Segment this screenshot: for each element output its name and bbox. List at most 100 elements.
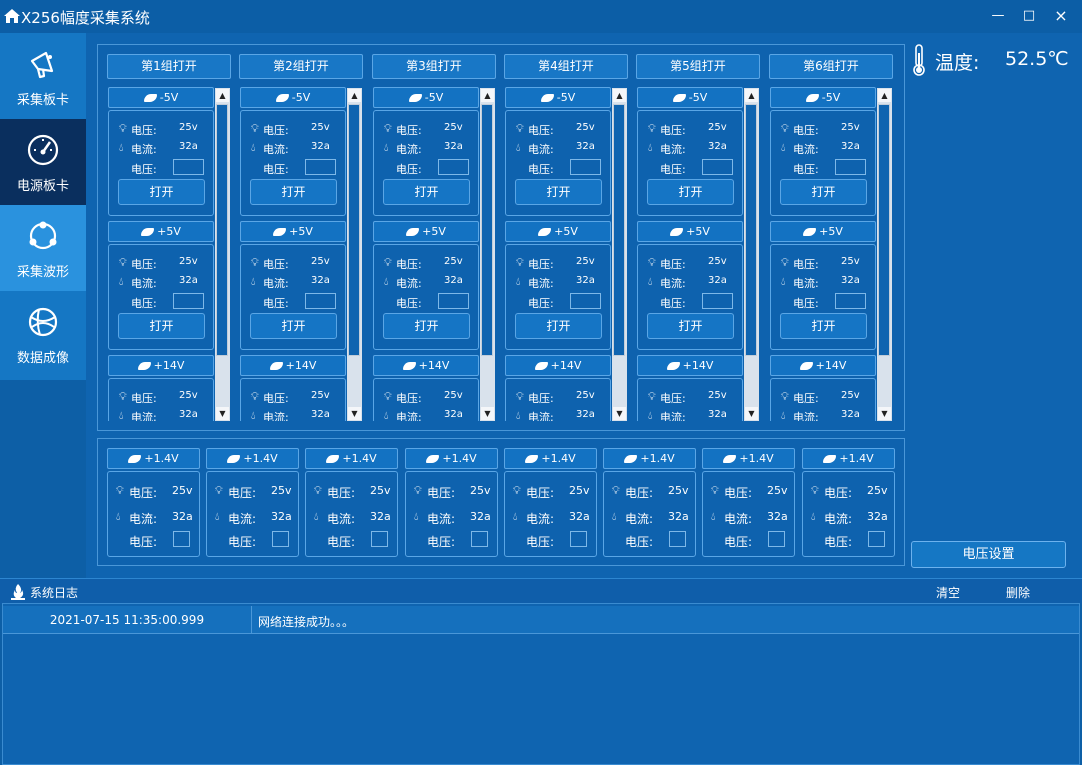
voltage-set-label: 电压: — [625, 535, 654, 549]
sidebar-item-acquisition-card[interactable]: 采集板卡 — [0, 33, 86, 119]
open-button[interactable]: 打开 — [780, 179, 867, 205]
voltage-input[interactable] — [868, 531, 885, 547]
clear-log-button[interactable]: 清空 — [936, 584, 960, 601]
scroll-up-icon[interactable]: ▲ — [481, 89, 494, 102]
voltage-input[interactable] — [768, 531, 785, 547]
voltage-value: 25v — [179, 122, 198, 133]
voltage-input[interactable] — [471, 531, 488, 547]
voltage-input[interactable] — [702, 159, 733, 175]
group-open-button[interactable]: 第4组打开 — [504, 54, 628, 79]
voltage-input[interactable] — [438, 293, 469, 309]
group-open-button[interactable]: 第3组打开 — [372, 54, 496, 79]
voltage-input[interactable] — [305, 159, 336, 175]
voltage-input[interactable] — [669, 531, 686, 547]
leaf-icon — [805, 94, 819, 102]
open-button[interactable]: 打开 — [118, 313, 205, 339]
current-row: 💧︎ 电流: 32a — [241, 408, 347, 421]
current-label: 电流: — [793, 411, 819, 421]
scroll-up-icon[interactable]: ▲ — [216, 89, 229, 102]
voltage-input[interactable] — [835, 159, 866, 175]
close-button[interactable]: × — [1053, 8, 1069, 24]
scrollbar[interactable]: ▲ ▼ — [612, 88, 627, 421]
open-button[interactable]: 打开 — [250, 313, 337, 339]
scroll-down-icon[interactable]: ▼ — [216, 407, 229, 420]
maximize-button[interactable]: □ — [1021, 8, 1037, 24]
voltage-input[interactable] — [173, 531, 190, 547]
current-label: 电流: — [396, 143, 422, 156]
voltage-input[interactable] — [272, 531, 289, 547]
voltage-input[interactable] — [173, 293, 204, 309]
bulb-icon: 💡︎ — [516, 390, 524, 403]
open-button[interactable]: 打开 — [250, 179, 337, 205]
voltage-set-label: 电压: — [660, 163, 686, 176]
sidebar-item-waveform[interactable]: 采集波形 — [0, 205, 86, 291]
voltage-input[interactable] — [702, 293, 733, 309]
scroll-up-icon[interactable]: ▲ — [348, 89, 361, 102]
open-button[interactable]: 打开 — [383, 313, 470, 339]
open-button[interactable]: 打开 — [515, 313, 602, 339]
voltage-input[interactable] — [371, 531, 388, 547]
bulb-icon: 💡︎ — [215, 484, 223, 497]
sidebar-item-power-card[interactable]: 电源板卡 — [0, 119, 86, 205]
bulb-icon: 💡︎ — [781, 122, 789, 135]
group-open-button[interactable]: 第2组打开 — [239, 54, 363, 79]
scrollbar[interactable]: ▲ ▼ — [215, 88, 230, 421]
scroll-down-icon[interactable]: ▼ — [745, 407, 758, 420]
scroll-up-icon[interactable]: ▲ — [878, 89, 891, 102]
scroll-thumb[interactable] — [481, 104, 493, 356]
current-value: 32a — [470, 510, 491, 523]
voltage-value: 25v — [708, 390, 727, 401]
current-value: 32a — [271, 510, 292, 523]
scroll-down-icon[interactable]: ▼ — [348, 407, 361, 420]
group-open-button[interactable]: 第1组打开 — [107, 54, 231, 79]
scroll-down-icon[interactable]: ▼ — [878, 407, 891, 420]
voltage-input[interactable] — [305, 293, 336, 309]
sidebar-item-imaging[interactable]: 数据成像 — [0, 291, 86, 377]
voltage-input[interactable] — [570, 293, 601, 309]
scroll-thumb[interactable] — [348, 104, 360, 356]
voltage-set-label: 电压: — [228, 535, 257, 549]
scrollbar[interactable]: ▲ ▼ — [347, 88, 362, 421]
scroll-thumb[interactable] — [216, 104, 228, 356]
scroll-thumb[interactable] — [878, 104, 890, 356]
scroll-up-icon[interactable]: ▲ — [613, 89, 626, 102]
rail-header: +1.4V — [603, 448, 696, 469]
bulb-icon: 💡︎ — [414, 484, 422, 497]
voltage-settings-button[interactable]: 电压设置 — [911, 541, 1066, 568]
bulb-icon: 💡︎ — [648, 122, 656, 135]
voltage-input[interactable] — [570, 531, 587, 547]
drop-icon: 💧︎ — [251, 275, 256, 288]
scroll-thumb[interactable] — [613, 104, 625, 356]
minimize-button[interactable]: — — [990, 8, 1006, 24]
current-label: 电流: — [228, 512, 257, 526]
open-button[interactable]: 打开 — [383, 179, 470, 205]
open-button[interactable]: 打开 — [647, 313, 734, 339]
open-button[interactable]: 打开 — [780, 313, 867, 339]
bulb-icon: 💡︎ — [811, 484, 819, 497]
open-button[interactable]: 打开 — [118, 179, 205, 205]
group-open-button[interactable]: 第6组打开 — [769, 54, 893, 79]
voltage-label: 电压: — [131, 124, 157, 137]
megaphone-icon — [30, 51, 54, 79]
voltage-input[interactable] — [438, 159, 469, 175]
scroll-up-icon[interactable]: ▲ — [745, 89, 758, 102]
current-label: 电流: — [793, 143, 819, 156]
scroll-down-icon[interactable]: ▼ — [481, 407, 494, 420]
table-row[interactable]: 2021-07-15 11:35:00.999 网络连接成功。。。 — [3, 606, 1079, 634]
group-open-button[interactable]: 第5组打开 — [636, 54, 760, 79]
voltage-row: 💡︎ 电压: 25v — [506, 255, 612, 271]
voltage-input[interactable] — [570, 159, 601, 175]
drop-icon: 💧︎ — [781, 275, 786, 288]
scrollbar[interactable]: ▲ ▼ — [877, 88, 892, 421]
voltage-input[interactable] — [835, 293, 866, 309]
voltage-value: 25v — [576, 122, 595, 133]
open-button[interactable]: 打开 — [515, 179, 602, 205]
scroll-down-icon[interactable]: ▼ — [613, 407, 626, 420]
delete-log-button[interactable]: 删除 — [1006, 584, 1030, 601]
open-button[interactable]: 打开 — [647, 179, 734, 205]
scrollbar[interactable]: ▲ ▼ — [744, 88, 759, 421]
voltage-input[interactable] — [173, 159, 204, 175]
scrollbar[interactable]: ▲ ▼ — [480, 88, 495, 421]
voltage-set-row: 电压: — [506, 159, 612, 176]
scroll-thumb[interactable] — [745, 104, 757, 356]
